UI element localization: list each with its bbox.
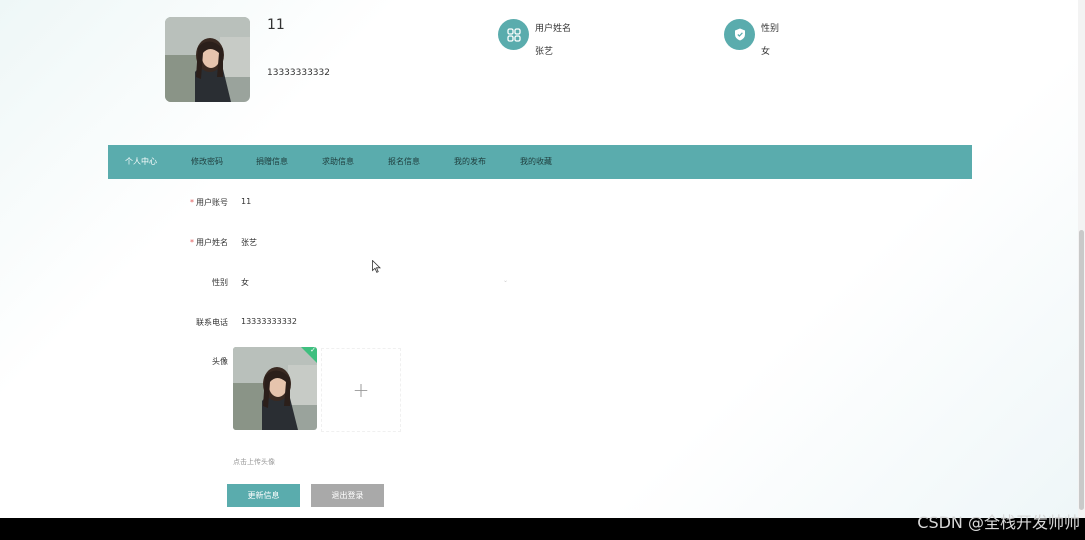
required-mark: * xyxy=(190,238,194,247)
avatar-label: 头像 xyxy=(212,357,228,366)
update-info-button[interactable]: 更新信息 xyxy=(227,484,300,507)
upload-add-button[interactable]: + xyxy=(321,348,401,432)
name-info-value: 张艺 xyxy=(535,47,554,57)
gender-info-value: 女 xyxy=(761,47,771,57)
header-phone: 13333333332 xyxy=(267,68,330,78)
name-info-title: 用户姓名 xyxy=(535,24,572,34)
account-label: * 用户账号 xyxy=(190,198,228,207)
gender-info-title: 性别 xyxy=(761,24,780,34)
chevron-down-icon[interactable]: ⌄ xyxy=(503,277,508,284)
account-field[interactable]: 11 xyxy=(241,197,251,206)
nav-item-change-password[interactable]: 修改密码 xyxy=(191,145,223,179)
name-label: * 用户姓名 xyxy=(190,238,228,247)
nav-item-signup-info[interactable]: 报名信息 xyxy=(388,145,420,179)
phone-field[interactable]: 13333333332 xyxy=(241,317,297,326)
watermark: CSDN @全栈开发帅帅 xyxy=(917,513,1080,532)
header-username: 11 xyxy=(267,17,285,33)
check-icon: ✓ xyxy=(310,347,316,354)
logout-button[interactable]: 退出登录 xyxy=(311,484,384,507)
nav-item-donation-info[interactable]: 捐赠信息 xyxy=(256,145,288,179)
scrollbar[interactable] xyxy=(1078,0,1085,518)
apps-icon xyxy=(498,19,529,50)
mouse-cursor-icon xyxy=(372,258,381,277)
upload-hint: 点击上传头像 xyxy=(233,458,275,466)
page: 11 13333333332 用户姓名 张艺 性别 女 个人中心 修改密码 捐赠… xyxy=(0,0,1085,518)
scrollbar-thumb[interactable] xyxy=(1079,230,1084,510)
nav-item-my-posts[interactable]: 我的发布 xyxy=(454,145,486,179)
nav-item-my-favorites[interactable]: 我的收藏 xyxy=(520,145,552,179)
gender-select[interactable]: 女 xyxy=(241,277,249,288)
nav-item-help-info[interactable]: 求助信息 xyxy=(322,145,354,179)
gender-label: 性别 xyxy=(212,278,228,287)
profile-nav: 个人中心 修改密码 捐赠信息 求助信息 报名信息 我的发布 我的收藏 xyxy=(108,145,972,179)
shield-icon xyxy=(724,19,755,50)
phone-label: 联系电话 xyxy=(196,318,228,327)
required-mark: * xyxy=(190,198,194,207)
avatar-photo xyxy=(165,17,250,102)
header-avatar xyxy=(165,17,250,102)
nav-item-personal-center[interactable]: 个人中心 xyxy=(125,145,157,179)
uploaded-avatar-thumbnail[interactable]: ✓ xyxy=(233,347,317,430)
name-field[interactable]: 张艺 xyxy=(241,237,257,248)
